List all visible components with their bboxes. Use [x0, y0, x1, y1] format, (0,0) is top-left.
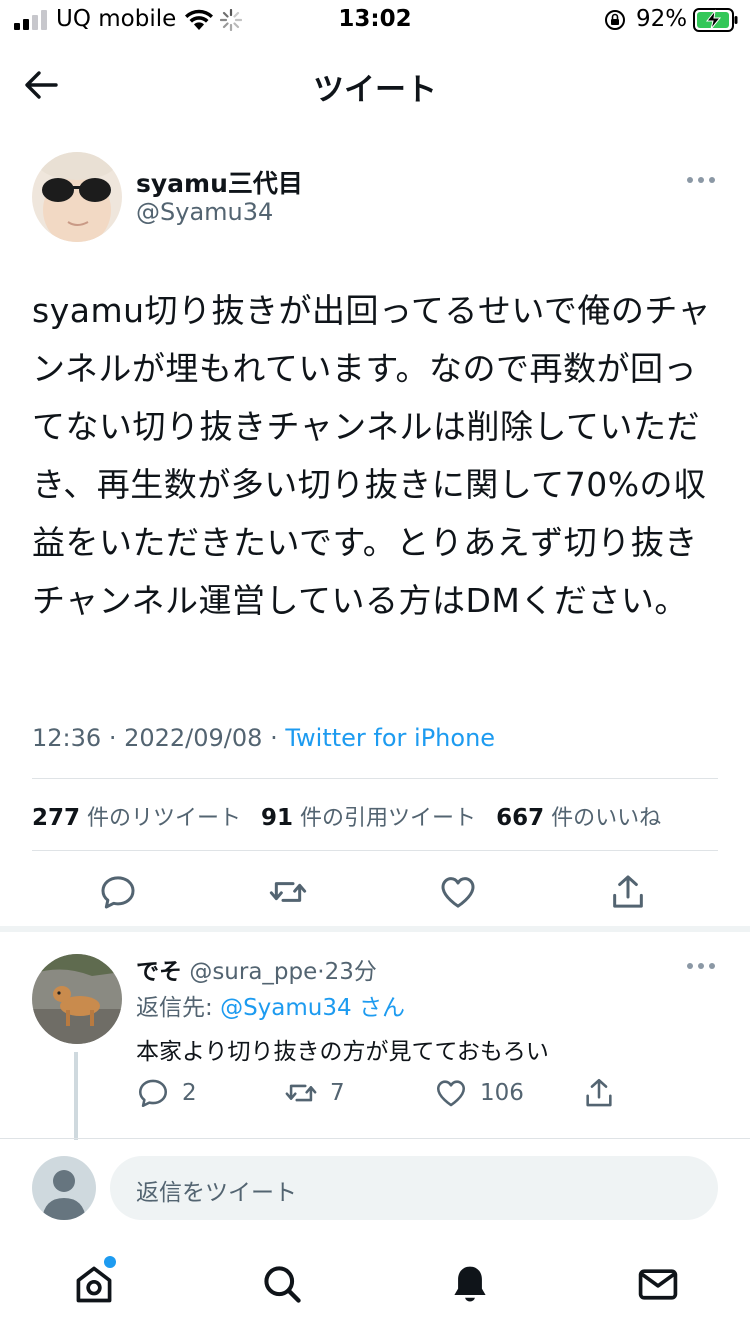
reply-header: でそ @sura_ppe·23分	[136, 952, 377, 986]
tweet-date: 2022/09/08	[124, 724, 263, 752]
meta-separator: ·	[317, 959, 325, 985]
divider	[32, 850, 718, 851]
tweet-stats: 277 件のリツイート 91 件の引用ツイート 667 件のいいね	[32, 800, 661, 832]
comment-icon	[138, 1079, 168, 1108]
home-icon[interactable]	[72, 1262, 116, 1306]
status-bar: UQ mobile 13:02 92%	[0, 0, 750, 40]
more-dots-icon[interactable]	[686, 176, 716, 184]
reply-text: 本家より切り抜きの方が見てておもろい	[136, 1039, 549, 1065]
reply-display-name[interactable]: でそ	[136, 959, 182, 985]
retweets-stat[interactable]: 277 件のリツイート	[32, 805, 242, 831]
reply-like-count: 106	[480, 1080, 524, 1106]
reply-retweet-count: 7	[330, 1080, 345, 1106]
tweet-text: syamu切り抜きが出回ってるせいで俺のチャンネルが埋もれています。なので再数が…	[32, 291, 712, 620]
avatar[interactable]	[32, 152, 122, 242]
reply-time: 23分	[324, 959, 377, 985]
divider	[32, 778, 718, 779]
quotes-stat[interactable]: 91 件の引用ツイート	[261, 805, 477, 831]
section-divider	[0, 926, 750, 932]
likes-stat[interactable]: 667 件のいいね	[496, 805, 662, 831]
page-title: ツイート	[313, 72, 437, 108]
new-content-dot	[104, 1256, 116, 1268]
more-dots-icon[interactable]	[686, 962, 716, 970]
likes-count: 667	[496, 805, 545, 831]
reply-share-button[interactable]	[582, 1076, 616, 1112]
search-icon[interactable]	[260, 1262, 304, 1306]
likes-label: 件のいいね	[551, 806, 662, 831]
reply-retweet-button[interactable]: 7	[284, 1076, 345, 1112]
meta-separator: ·	[108, 724, 117, 752]
tweet-meta: 12:36 · 2022/09/08 · Twitter for iPhone	[32, 724, 495, 752]
reply-to-label: 返信先:	[136, 995, 213, 1021]
reply-to-handle[interactable]: @Syamu34	[220, 995, 352, 1021]
reply-to-line: 返信先: @Syamu34 さん	[136, 988, 405, 1022]
retweets-count: 277	[32, 805, 81, 831]
quotes-count: 91	[261, 805, 294, 831]
reply-reply-button[interactable]: 2	[136, 1076, 197, 1112]
share-icon[interactable]	[608, 872, 648, 912]
retweets-label: 件のリツイート	[87, 806, 242, 831]
battery-percent: 92%	[636, 6, 688, 32]
comment-icon[interactable]	[98, 872, 138, 912]
thread-line	[74, 1052, 78, 1140]
display-name[interactable]: syamu三代目	[136, 164, 303, 200]
my-avatar[interactable]	[32, 1156, 96, 1220]
battery-charging-icon	[693, 8, 738, 32]
quotes-label: 件の引用ツイート	[300, 806, 477, 831]
rotation-lock-icon	[605, 10, 625, 30]
reply-composer-input[interactable]: 返信をツイート	[110, 1156, 718, 1220]
share-icon	[586, 1078, 612, 1107]
tweet-time: 12:36	[32, 724, 102, 752]
reply-like-button[interactable]: 106	[434, 1076, 524, 1112]
reply-handle[interactable]: @sura_ppe	[189, 959, 317, 985]
user-handle[interactable]: @Syamu34	[136, 198, 273, 226]
reply-reply-count: 2	[182, 1080, 197, 1106]
mail-icon[interactable]	[636, 1262, 680, 1306]
meta-separator: ·	[270, 724, 278, 752]
tweet-source-link[interactable]: Twitter for iPhone	[285, 724, 495, 752]
heart-icon[interactable]	[438, 872, 478, 912]
heart-icon	[436, 1080, 466, 1107]
retweet-icon[interactable]	[268, 872, 308, 912]
retweet-icon	[285, 1084, 317, 1102]
divider	[0, 1138, 750, 1139]
reply-to-suffix[interactable]: さん	[359, 995, 405, 1021]
reply-avatar[interactable]	[32, 954, 122, 1044]
composer-placeholder: 返信をツイート	[136, 1180, 297, 1206]
bell-icon[interactable]	[448, 1262, 492, 1306]
